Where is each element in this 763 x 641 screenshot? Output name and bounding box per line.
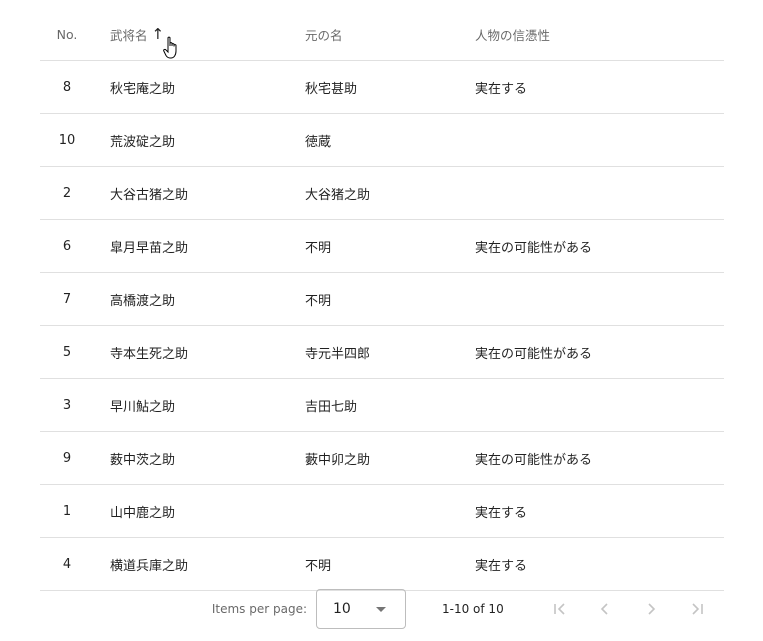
cell-no: 8	[62, 79, 72, 95]
paginator: Items per page: 10 1-10 of 10	[0, 589, 763, 629]
cell-name: 高橋渡之助	[110, 293, 176, 309]
next-page-button[interactable]	[635, 593, 667, 625]
cell-original: 秋宅甚助	[305, 81, 358, 97]
cell-name: 薮中茨之助	[110, 452, 176, 468]
cell-original: 寺元半四郎	[305, 346, 371, 362]
caret-down-icon	[376, 607, 386, 612]
table-row: 7 高橋渡之助 不明	[40, 273, 724, 326]
cell-name: 山中鹿之助	[110, 505, 176, 521]
table-row: 8 秋宅庵之助 秋宅甚助 実在する	[40, 61, 724, 114]
cell-original: 吉田七助	[305, 399, 358, 415]
cell-no: 3	[62, 397, 72, 413]
cell-no: 7	[62, 291, 72, 307]
cell-credibility: 実在の可能性がある	[475, 452, 593, 468]
header-no[interactable]: No.	[40, 8, 94, 60]
cell-credibility: 実在の可能性がある	[475, 240, 593, 256]
cell-name: 大谷古猪之助	[110, 187, 189, 203]
last-page-icon	[692, 603, 703, 615]
cell-credibility: 実在の可能性がある	[475, 346, 593, 362]
cell-name: 荒波碇之助	[110, 134, 176, 150]
cell-original: 徳蔵	[305, 134, 332, 150]
cell-name: 秋宅庵之助	[110, 81, 176, 97]
cell-no: 1	[62, 503, 72, 519]
previous-page-button[interactable]	[589, 593, 621, 625]
header-original[interactable]: 元の名	[305, 8, 343, 60]
cell-no: 5	[62, 344, 72, 360]
header-row: No. 武将名 ↑ 元の名 人物の信憑性	[40, 8, 724, 61]
header-credibility[interactable]: 人物の信憑性	[475, 8, 550, 60]
cell-original: 不明	[305, 293, 332, 309]
header-name[interactable]: 武将名 ↑	[110, 8, 164, 60]
header-name-label: 武将名	[110, 27, 148, 43]
cell-no: 9	[62, 450, 72, 466]
chevron-right-icon	[648, 603, 656, 615]
cell-original: 大谷猪之助	[305, 187, 371, 203]
cell-original: 不明	[305, 240, 332, 256]
samurai-table: No. 武将名 ↑ 元の名 人物の信憑性 8 秋宅庵之助 秋宅甚助 実在する 10 荒波碇…	[40, 8, 724, 591]
chevron-left-icon	[600, 603, 608, 615]
cell-original: 不明	[305, 558, 332, 574]
first-page-icon	[554, 603, 565, 615]
table-row: 4 横道兵庫之助 不明 実在する	[40, 538, 724, 591]
cell-original: 藪中卯之助	[305, 452, 371, 468]
cell-name: 寺本生死之助	[110, 346, 189, 362]
cell-credibility: 実在する	[475, 505, 528, 521]
page-size-value: 10	[333, 601, 351, 617]
cell-name: 横道兵庫之助	[110, 558, 189, 574]
table-row: 1 山中鹿之助 実在する	[40, 485, 724, 538]
cell-credibility: 実在する	[475, 81, 528, 97]
cell-name: 早川鮎之助	[110, 399, 176, 415]
cell-credibility: 実在する	[475, 558, 528, 574]
hand-cursor-icon	[163, 36, 177, 59]
table-row: 3 早川鮎之助 吉田七助	[40, 379, 724, 432]
table-row: 6 皐月早苗之助 不明 実在の可能性がある	[40, 220, 724, 273]
cell-name: 皐月早苗之助	[110, 240, 189, 256]
cell-no: 2	[62, 185, 72, 201]
table-row: 5 寺本生死之助 寺元半四郎 実在の可能性がある	[40, 326, 724, 379]
table-row: 2 大谷古猪之助 大谷猪之助	[40, 167, 724, 220]
table-row: 9 薮中茨之助 藪中卯之助 実在の可能性がある	[40, 432, 724, 485]
range-label: 1-10 of 10	[442, 602, 504, 616]
page-size-select[interactable]: 10	[316, 589, 406, 629]
items-per-page-label: Items per page:	[211, 602, 307, 616]
cell-no: 4	[62, 556, 72, 572]
cell-no: 6	[62, 238, 72, 254]
last-page-button[interactable]	[681, 593, 713, 625]
cell-no: 10	[58, 132, 76, 148]
table-row: 10 荒波碇之助 徳蔵	[40, 114, 724, 167]
first-page-button[interactable]	[544, 593, 576, 625]
